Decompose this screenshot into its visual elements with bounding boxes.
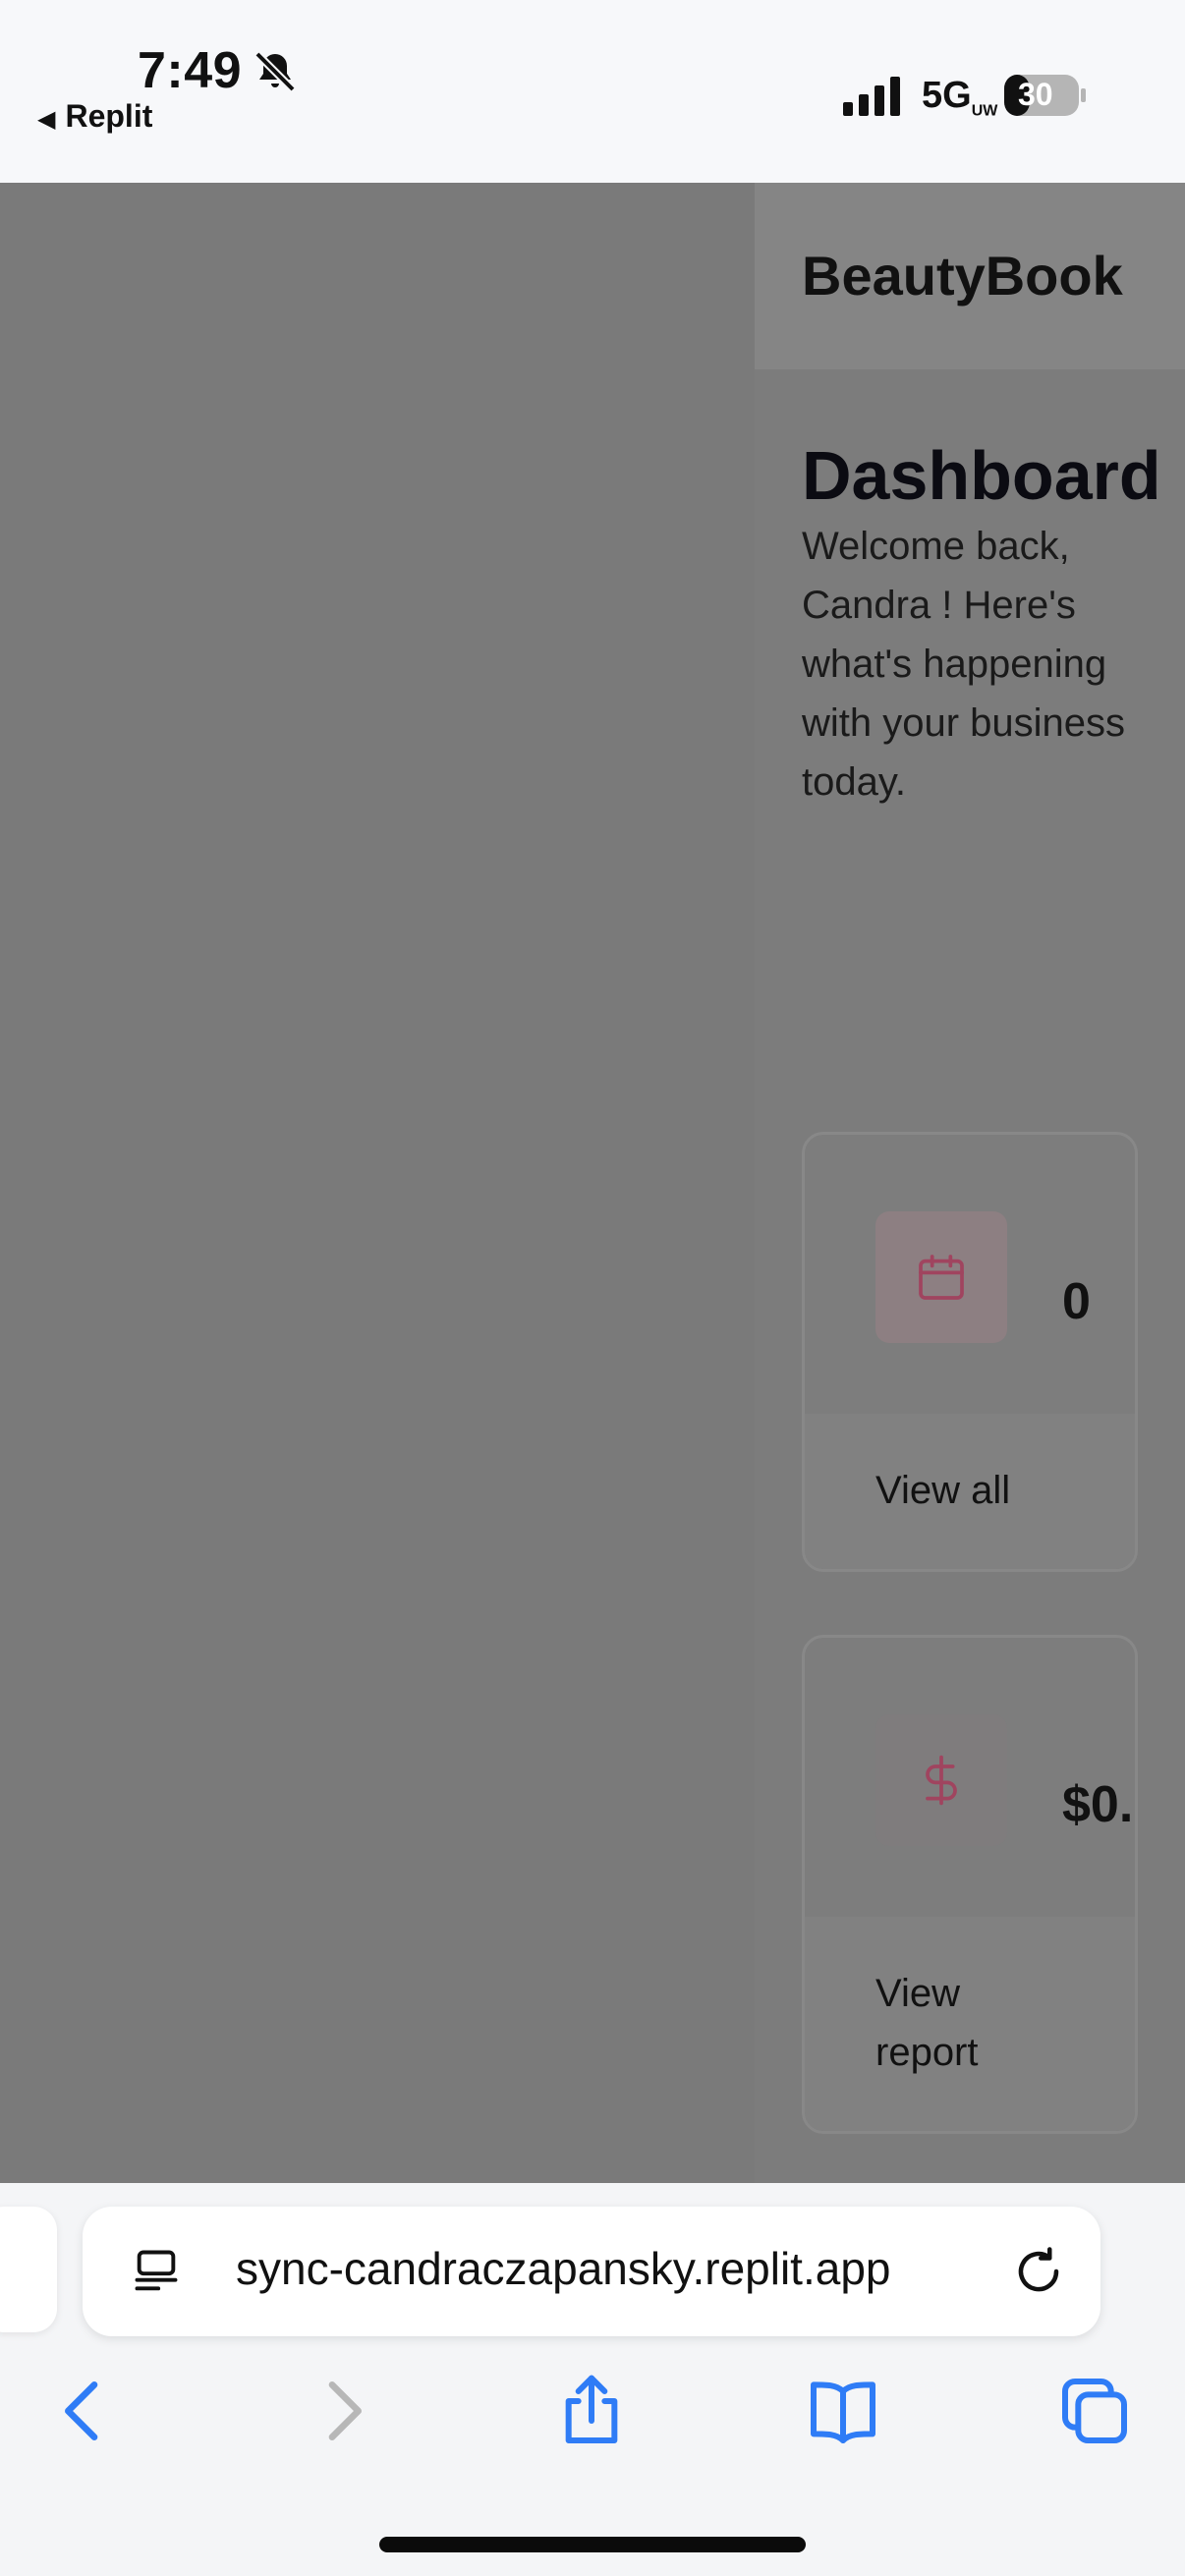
stat-value: 0 bbox=[1062, 1273, 1091, 1330]
card-footer: View all bbox=[805, 1414, 1135, 1569]
address-bar[interactable]: sync-candraczapansky.replit.app bbox=[83, 2207, 1100, 2336]
back-triangle-icon: ◀ bbox=[37, 106, 56, 133]
home-indicator[interactable] bbox=[379, 2537, 806, 2552]
reload-icon[interactable] bbox=[1012, 2244, 1065, 2299]
bell-off-icon bbox=[254, 51, 296, 92]
forward-icon[interactable] bbox=[303, 2372, 381, 2450]
stat-card-appointments: 0 View all bbox=[802, 1132, 1138, 1572]
stat-value: $0. bbox=[1062, 1776, 1134, 1833]
previous-tab-preview[interactable] bbox=[0, 2207, 57, 2332]
page-title: Dashboard bbox=[802, 437, 1161, 514]
back-to-app-link[interactable]: ◀ Replit bbox=[37, 98, 152, 135]
view-all-link[interactable]: View all bbox=[875, 1461, 1010, 1520]
dollar-icon bbox=[926, 1755, 957, 1806]
battery-icon: 30 bbox=[1004, 73, 1087, 118]
status-bar: 7:49 ◀ Replit 5GUW 30 bbox=[0, 0, 1185, 183]
page-menu-icon[interactable] bbox=[130, 2246, 183, 2297]
drawer-overlay[interactable] bbox=[0, 183, 755, 2183]
icon-badge bbox=[875, 1714, 1007, 1846]
app-header: BeautyBook bbox=[755, 183, 1185, 369]
web-page: BeautyBook Dashboard Welcome back, Candr… bbox=[0, 183, 1185, 2183]
card-footer: View report bbox=[805, 1917, 1135, 2131]
calendar-icon bbox=[919, 1255, 964, 1300]
back-app-label: Replit bbox=[65, 98, 153, 134]
battery-level: 30 bbox=[1018, 77, 1053, 112]
back-icon[interactable] bbox=[45, 2372, 124, 2450]
network-indicator: 5GUW bbox=[922, 75, 998, 120]
stat-card-revenue: $0. View report bbox=[802, 1635, 1138, 2134]
icon-badge bbox=[875, 1211, 1007, 1343]
brand-logo-text[interactable]: BeautyBook bbox=[802, 244, 1123, 308]
clock: 7:49 bbox=[138, 42, 243, 99]
welcome-message: Welcome back, Candra ! Here's what's hap… bbox=[802, 525, 1126, 804]
url-text[interactable]: sync-candraczapansky.replit.app bbox=[236, 2242, 983, 2295]
cellular-signal-icon bbox=[843, 77, 900, 116]
tabs-icon[interactable] bbox=[1055, 2372, 1134, 2450]
bookmarks-icon[interactable] bbox=[804, 2372, 882, 2450]
view-report-link[interactable]: View report bbox=[875, 1964, 1033, 2082]
share-icon[interactable] bbox=[552, 2372, 631, 2450]
